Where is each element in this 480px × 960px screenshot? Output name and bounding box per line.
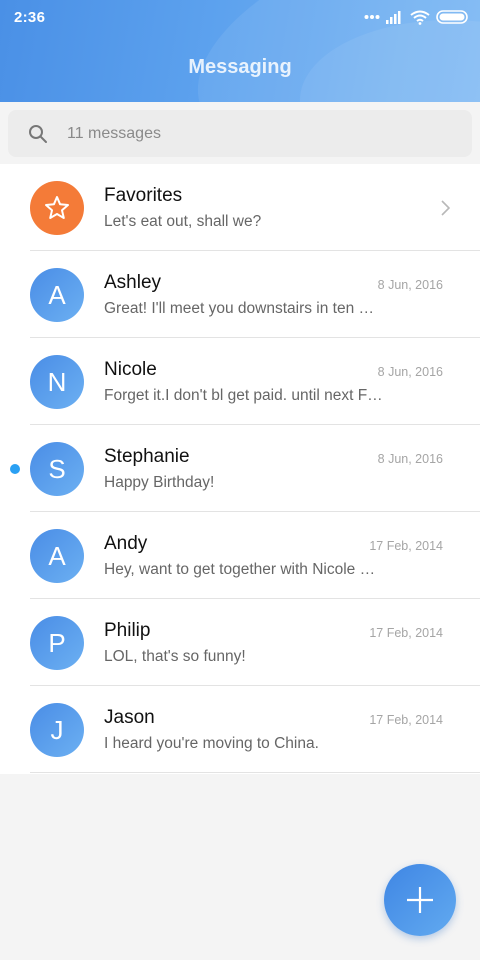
- conversation-row[interactable]: P Philip 17 Feb, 2014 LOL, that's so fun…: [0, 599, 480, 686]
- wifi-icon: [410, 10, 430, 25]
- message-date: 17 Feb, 2014: [369, 713, 443, 727]
- message-preview: Great! I'll meet you downstairs in ten …: [104, 300, 375, 317]
- message-preview: Forget it.I don't bl get paid. until nex…: [104, 387, 383, 404]
- contact-name: Nicole: [104, 359, 157, 380]
- plus-icon: [407, 887, 433, 913]
- favorites-avatar: [30, 181, 84, 235]
- conversation-row[interactable]: J Jason 17 Feb, 2014 I heard you're movi…: [0, 686, 480, 773]
- message-preview: Hey, want to get together with Nicole …: [104, 561, 376, 578]
- search-input[interactable]: [67, 124, 427, 143]
- contact-name: Andy: [104, 533, 148, 554]
- conversation-row[interactable]: N Nicole 8 Jun, 2016 Forget it.I don't b…: [0, 338, 480, 425]
- message-preview: I heard you're moving to China.: [104, 735, 319, 752]
- favorites-title: Favorites: [104, 185, 183, 206]
- status-time: 2:36: [14, 9, 46, 26]
- more-dots-icon: [364, 15, 380, 19]
- search-bar[interactable]: [8, 110, 472, 157]
- contact-name: Philip: [104, 620, 151, 641]
- page-title: Messaging: [188, 56, 292, 78]
- message-date: 8 Jun, 2016: [377, 365, 443, 379]
- contact-name: Ashley: [104, 272, 162, 293]
- favorites-row[interactable]: Favorites Let's eat out, shall we?: [0, 164, 480, 251]
- avatar: N: [30, 355, 84, 409]
- search-icon: [29, 124, 47, 143]
- contact-name: Stephanie: [104, 446, 190, 467]
- message-date: 8 Jun, 2016: [377, 278, 443, 292]
- message-date: 17 Feb, 2014: [369, 626, 443, 640]
- app-header: 2:36 Messaging: [0, 0, 480, 102]
- conversation-row[interactable]: S Stephanie 8 Jun, 2016 Happy Birthday!: [0, 425, 480, 512]
- battery-icon: [436, 10, 468, 24]
- contact-name: Jason: [104, 707, 155, 728]
- conversation-list: Favorites Let's eat out, shall we? A Ash…: [0, 164, 480, 774]
- conversation-row[interactable]: A Andy 17 Feb, 2014 Hey, want to get tog…: [0, 512, 480, 599]
- avatar: A: [30, 529, 84, 583]
- message-preview: LOL, that's so funny!: [104, 648, 246, 665]
- favorites-preview: Let's eat out, shall we?: [104, 213, 262, 230]
- avatar: A: [30, 268, 84, 322]
- unread-dot: [10, 464, 20, 474]
- star-icon: [45, 196, 69, 219]
- message-date: 8 Jun, 2016: [377, 452, 443, 466]
- status-icons: [364, 8, 468, 26]
- chevron-right-icon: [441, 200, 450, 216]
- avatar: J: [30, 703, 84, 757]
- message-preview: Happy Birthday!: [104, 474, 215, 491]
- avatar: P: [30, 616, 84, 670]
- new-message-button[interactable]: [384, 864, 456, 936]
- signal-icon: [386, 11, 401, 24]
- conversation-row[interactable]: A Ashley 8 Jun, 2016 Great! I'll meet yo…: [0, 251, 480, 338]
- divider: [30, 772, 480, 773]
- avatar: S: [30, 442, 84, 496]
- message-date: 17 Feb, 2014: [369, 539, 443, 553]
